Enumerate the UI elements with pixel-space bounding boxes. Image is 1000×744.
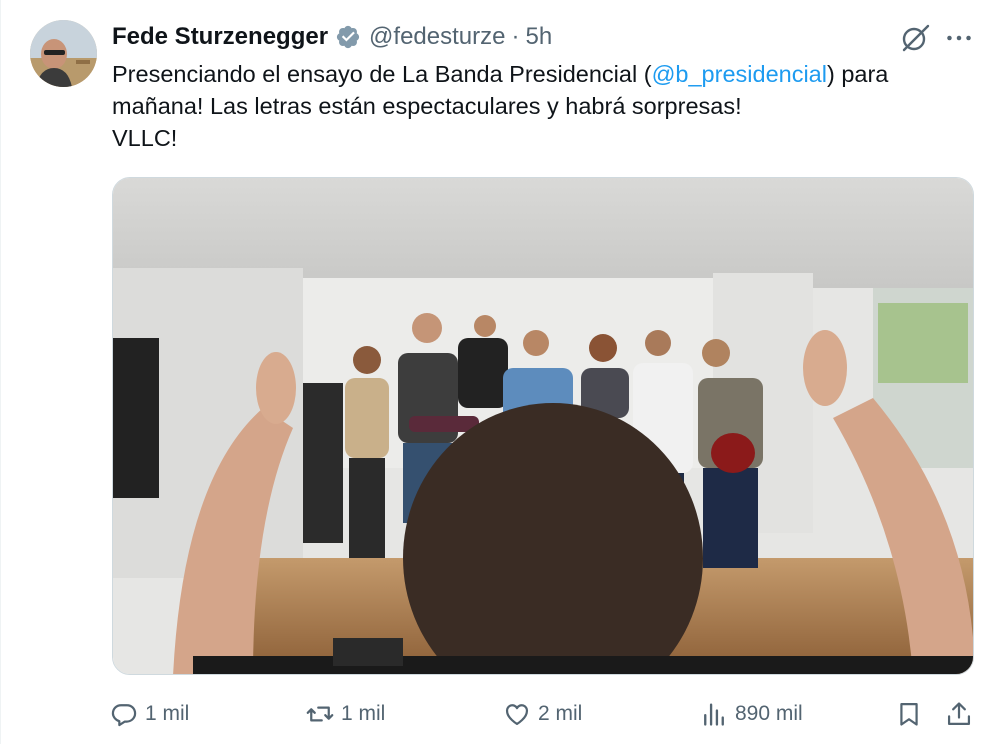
views-count: 890 mil — [735, 702, 803, 725]
mention-link[interactable]: @b_presidencial — [652, 61, 827, 87]
timeline-border — [0, 0, 1, 744]
tweet-actions: 1 mil 1 mil 2 mil 890 mil — [110, 694, 980, 734]
verified-badge-icon[interactable] — [335, 24, 361, 50]
more-icon[interactable] — [944, 24, 974, 52]
header-separator: · — [511, 23, 520, 50]
reply-icon — [111, 704, 137, 727]
tweet-text-line: VLLC! — [112, 125, 178, 151]
repost-icon — [306, 706, 334, 722]
author-name[interactable]: Fede Sturzenegger — [112, 23, 328, 51]
like-count: 2 mil — [538, 702, 583, 725]
reply-count: 1 mil — [145, 702, 190, 725]
repost-button[interactable]: 1 mil — [306, 694, 385, 734]
bookmark-icon — [900, 702, 918, 726]
avatar-image — [30, 20, 97, 87]
tweet-photo[interactable] — [112, 177, 974, 675]
reply-button[interactable]: 1 mil — [110, 694, 189, 734]
tweet-text: Presenciando el ensayo de La Banda Presi… — [112, 58, 972, 154]
like-icon — [505, 704, 529, 726]
grok-icon[interactable] — [899, 22, 931, 54]
timestamp[interactable]: 5h — [525, 23, 552, 51]
share-button[interactable] — [945, 694, 973, 734]
band-rehearsal-photo — [113, 178, 973, 674]
tweet-text-part: Presenciando el ensayo de La Banda Presi… — [112, 61, 652, 87]
repost-count: 1 mil — [341, 702, 386, 725]
author-handle[interactable]: @fedesturze — [369, 23, 505, 51]
avatar[interactable] — [30, 20, 97, 87]
bookmark-button[interactable] — [895, 694, 923, 734]
share-icon — [947, 702, 971, 726]
tweet-header: Fede Sturzenegger @fedesturze · 5h — [112, 20, 552, 54]
views-button[interactable]: 890 mil — [700, 694, 803, 734]
like-button[interactable]: 2 mil — [503, 694, 582, 734]
views-icon — [704, 703, 724, 726]
